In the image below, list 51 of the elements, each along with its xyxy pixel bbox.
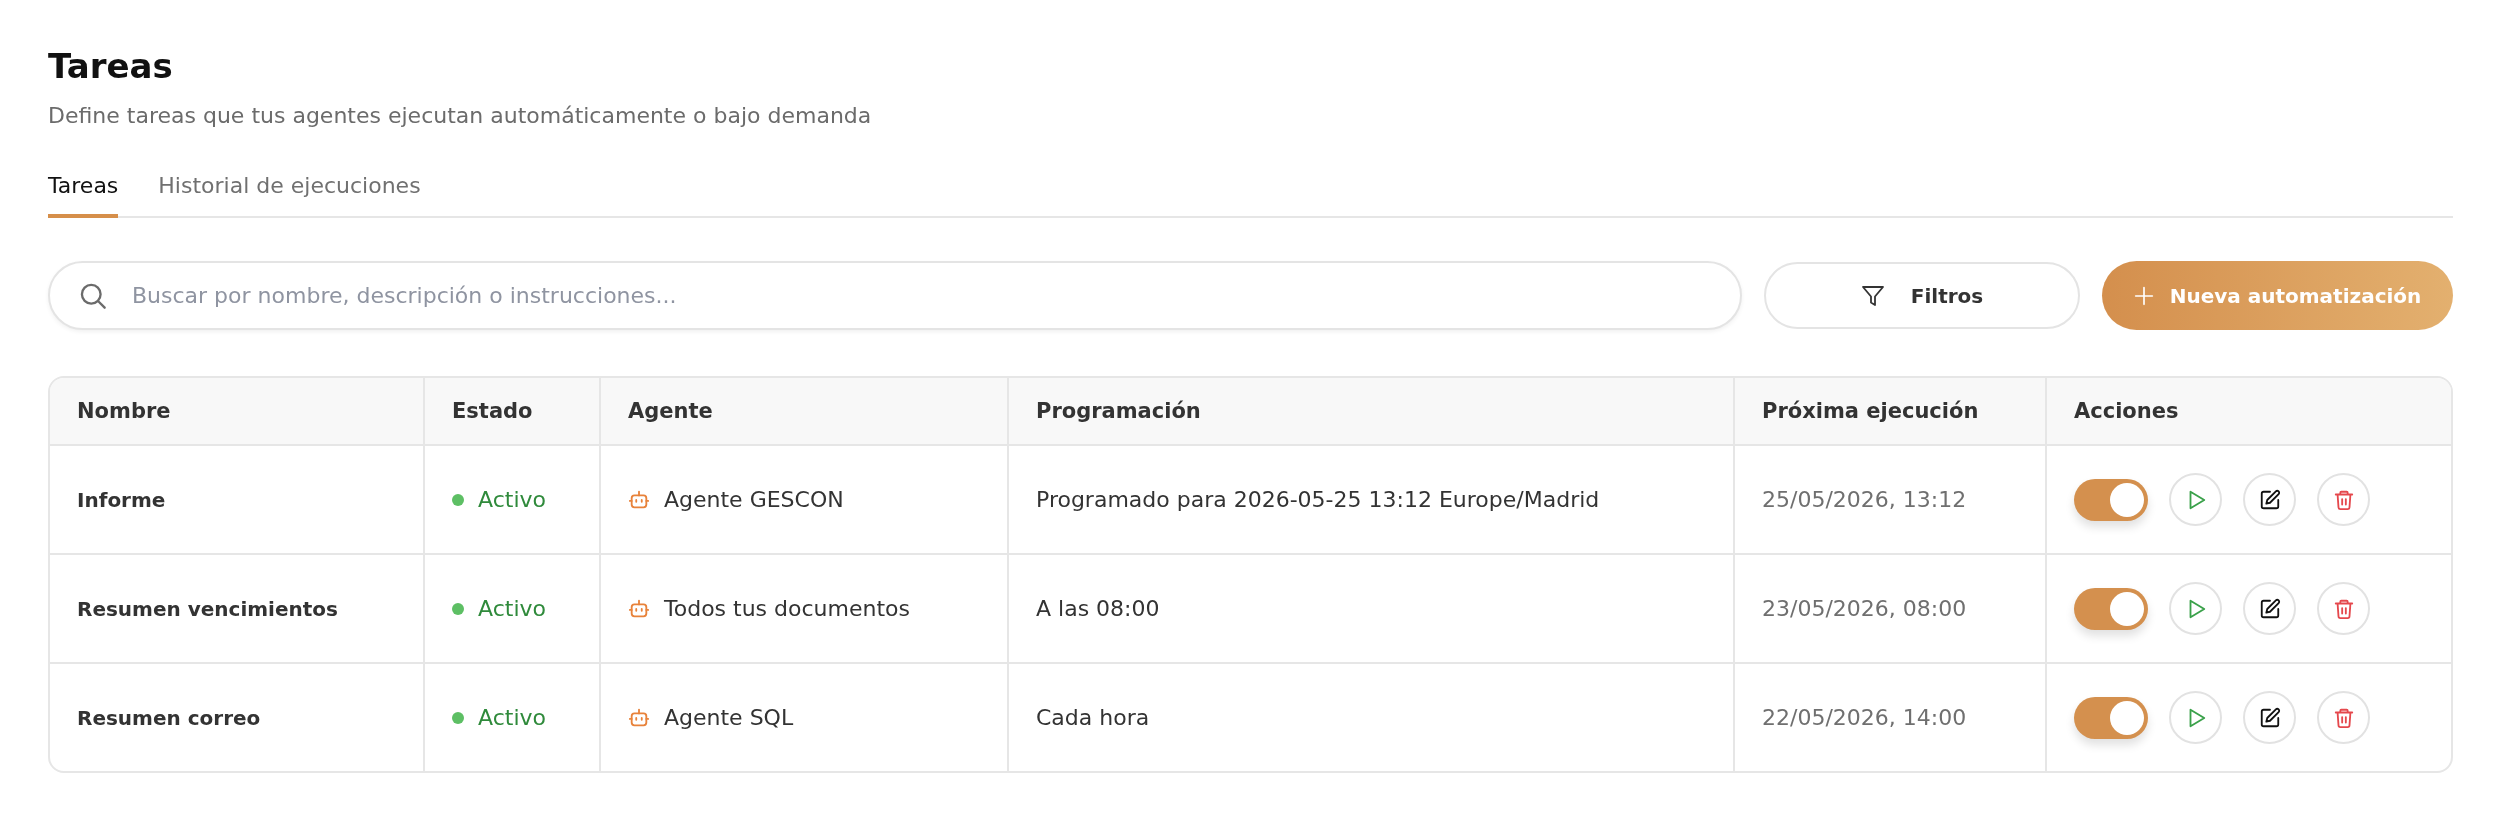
search-icon	[79, 282, 107, 310]
tab[interactable]: Tareas	[48, 171, 119, 218]
trash-icon	[2332, 488, 2355, 511]
search-field[interactable]: Buscar por nombre, descripción o instrucciones...	[48, 261, 1742, 330]
column-header: Próxima ejecución	[1762, 399, 1979, 423]
page-subtitle: Define tareas que tus agentes ejecutan automáticamente o bajo demanda	[48, 102, 873, 130]
toggle-switch[interactable]	[2074, 478, 2148, 521]
run-button[interactable]	[2169, 691, 2222, 744]
status-text: Activo	[478, 487, 546, 512]
delete-button[interactable]	[2317, 473, 2370, 526]
edit-button[interactable]	[2243, 473, 2296, 526]
status-text: Activo	[478, 705, 546, 730]
toggle-switch[interactable]	[2074, 696, 2148, 739]
column-header: Acciones	[2074, 399, 2179, 423]
run-button[interactable]	[2169, 582, 2222, 635]
edit-icon	[2258, 488, 2281, 511]
edit-button[interactable]	[2243, 582, 2296, 635]
task-name: Informe	[77, 487, 166, 512]
edit-icon	[2258, 597, 2281, 620]
robot-icon	[628, 706, 650, 729]
edit-button[interactable]	[2243, 691, 2296, 744]
schedule-text: A las 08:00	[1036, 596, 1160, 621]
delete-button[interactable]	[2317, 691, 2370, 744]
agent-name: Todos tus documentos	[664, 596, 910, 621]
robot-icon	[628, 597, 650, 620]
column-header: Nombre	[77, 399, 171, 423]
toggle-switch[interactable]	[2074, 587, 2148, 630]
plus-icon	[2133, 285, 2154, 306]
next-run-text: 22/05/2026, 14:00	[1762, 705, 1967, 730]
edit-icon	[2258, 706, 2281, 729]
agent-name: Agente GESCON	[664, 487, 844, 512]
tab[interactable]: Historial de ejecuciones	[158, 171, 421, 218]
schedule-text: Programado para 2026-05-25 13:12 Europe/Madrid	[1036, 487, 1600, 512]
filter-icon	[1860, 283, 1885, 308]
filter-button[interactable]: Filtros	[1764, 262, 2080, 329]
status-text: Activo	[478, 596, 546, 621]
agent-name: Agente SQL	[664, 705, 794, 730]
trash-icon	[2332, 597, 2355, 620]
delete-button[interactable]	[2317, 582, 2370, 635]
robot-icon	[628, 488, 650, 511]
task-name: Resumen vencimientos	[77, 596, 338, 621]
schedule-text: Cada hora	[1036, 705, 1150, 730]
column-header: Agente	[628, 399, 713, 423]
run-button[interactable]	[2169, 473, 2222, 526]
page-title: Tareas	[48, 46, 174, 87]
column-header: Programación	[1036, 399, 1201, 423]
next-run-text: 25/05/2026, 13:12	[1762, 487, 1967, 512]
column-header: Estado	[452, 399, 533, 423]
trash-icon	[2332, 706, 2355, 729]
task-name: Resumen correo	[77, 705, 261, 730]
next-run-text: 23/05/2026, 08:00	[1762, 596, 1967, 621]
